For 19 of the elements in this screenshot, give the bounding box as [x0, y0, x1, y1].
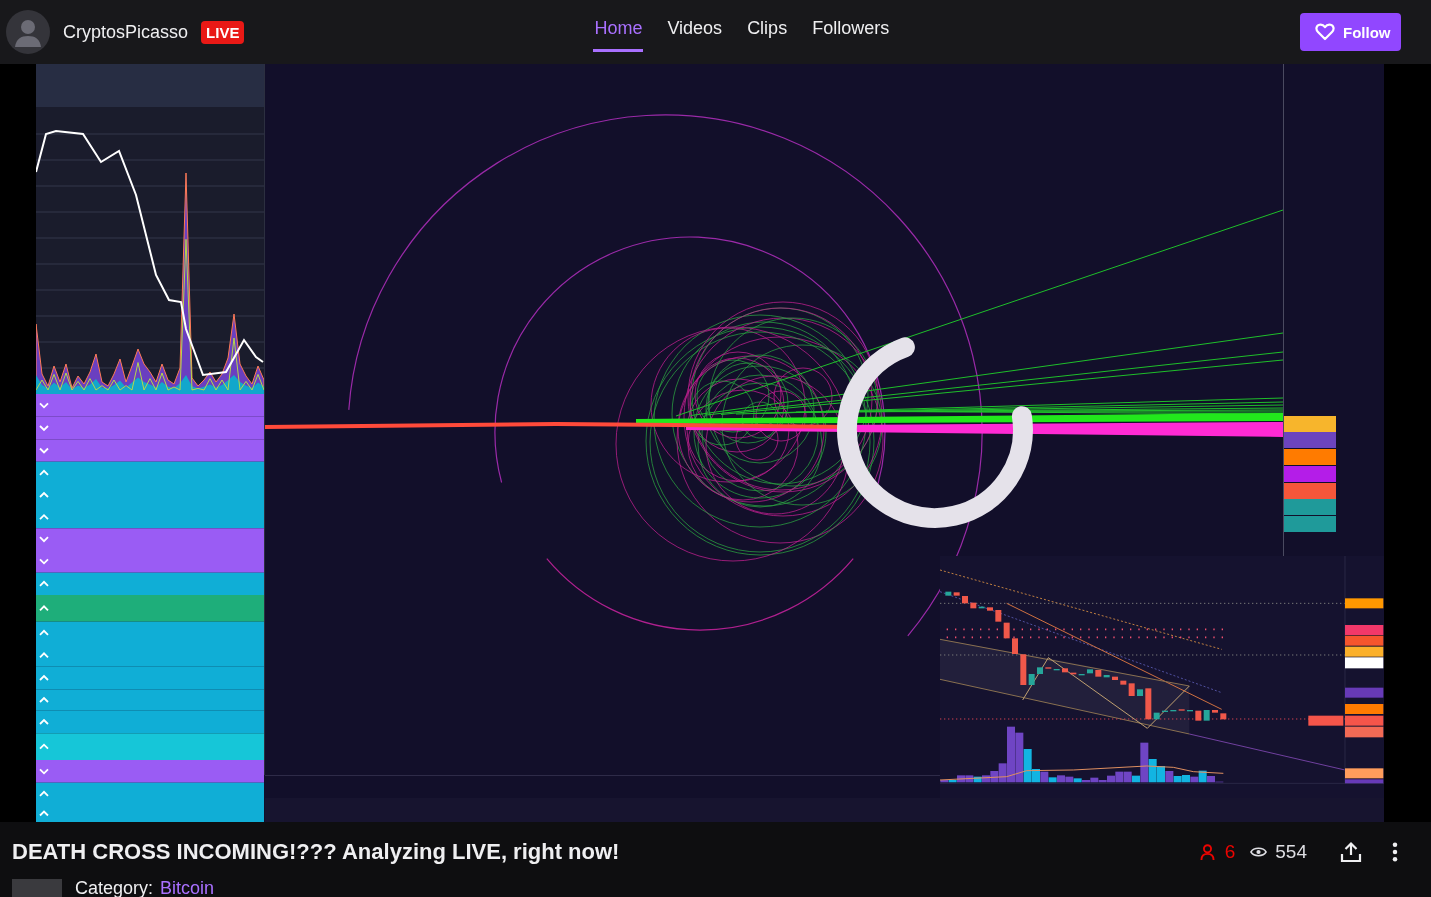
live-viewer-count: 6	[1224, 841, 1236, 863]
upload-icon[interactable]	[1340, 841, 1362, 863]
box-art-placeholder	[12, 879, 62, 897]
vertical-dots-icon[interactable]	[1392, 842, 1398, 862]
category-label: Category:	[75, 879, 154, 897]
nav-tab[interactable]: Followers	[811, 12, 891, 52]
channel-name[interactable]: CryptosPicasso	[63, 21, 189, 43]
avatar-icon[interactable]	[6, 10, 50, 54]
eye-icon	[1250, 846, 1268, 858]
person-icon	[1199, 843, 1215, 861]
category-link[interactable]: Bitcoin	[160, 879, 215, 897]
heart-icon	[1315, 23, 1335, 41]
live-badge: LIVE	[201, 20, 245, 44]
view-count: 554	[1275, 841, 1307, 863]
nav-tab[interactable]: Videos	[666, 12, 724, 52]
stream-title: DEATH CROSS INCOMING!??? Analyzing LIVE, right now!	[12, 838, 620, 866]
nav-tab[interactable]: Clips	[746, 12, 789, 52]
follow-button[interactable]: Follow	[1300, 13, 1401, 51]
nav-tab[interactable]: Home	[593, 12, 644, 52]
